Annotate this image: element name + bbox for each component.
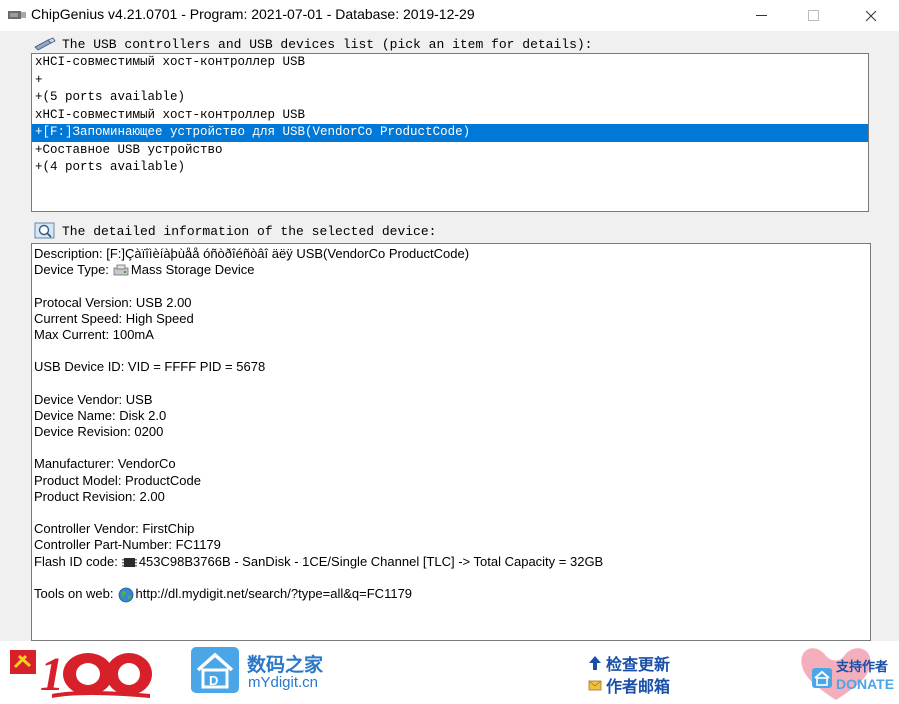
author-mail-label: 作者邮箱 xyxy=(606,679,671,696)
mydigit-site-name[interactable]: mYdigit.cn xyxy=(248,674,318,691)
device-type-line: Device Type: Mass Storage Device xyxy=(34,262,870,278)
flash-id-value: 453C98B3766B - SanDisk - 1CE/Single Chan… xyxy=(138,553,604,569)
flash-id-line: Flash ID code: 453C98B3766B - SanDisk - … xyxy=(34,554,870,570)
device-vendor-line: Device Vendor: USB xyxy=(34,391,153,407)
chip-icon xyxy=(121,557,137,567)
controller-part-line: Controller Part-Number: FC1179 xyxy=(34,537,221,553)
device-list-heading: The USB controllers and USB devices list… xyxy=(34,35,593,53)
check-update-link[interactable]: 检查更新 xyxy=(588,651,670,675)
usb-stick-icon xyxy=(34,37,56,51)
globe-icon xyxy=(118,587,133,602)
device-name-line: Device Name: Disk 2.0 xyxy=(34,407,167,423)
device-list[interactable]: xHCI-совместимый хост-контроллер USB + +… xyxy=(31,53,869,212)
arrow-up-icon xyxy=(589,656,601,670)
donate-button[interactable]: 支持作者 DONATE xyxy=(796,642,899,704)
device-list-item[interactable]: +Составное USB устройство xyxy=(32,142,868,160)
flash-id-label: Flash ID code: xyxy=(34,553,118,569)
device-list-item[interactable]: +(4 ports available) xyxy=(32,159,868,177)
maximize-icon xyxy=(807,10,819,21)
usb-drive-icon xyxy=(8,11,26,19)
mydigit-logo-icon[interactable]: D xyxy=(190,646,240,694)
device-details-panel[interactable]: Description: [F:]Çàïîìèíàþùåå óñòðîéñòâî… xyxy=(31,243,871,641)
title-bar: ChipGenius v4.21.0701 - Program: 2021-07… xyxy=(0,0,899,31)
donate-cn-label: 支持作者 xyxy=(835,659,888,675)
envelope-icon xyxy=(588,680,602,691)
device-list-heading-label: The USB controllers and USB devices list… xyxy=(62,36,593,52)
protocol-version-line: Protocal Version: USB 2.00 xyxy=(34,294,192,310)
tools-on-web-line: Tools on web: http://dl.mydigit.net/sear… xyxy=(34,586,870,602)
product-revision-line: Product Revision: 2.00 xyxy=(34,488,165,504)
svg-text:1: 1 xyxy=(40,648,64,700)
usb-device-id-line: USB Device ID: VID = FFFF PID = 5678 xyxy=(34,359,266,375)
device-revision-line: Device Revision: 0200 xyxy=(34,424,164,440)
check-update-label: 检查更新 xyxy=(606,657,671,674)
device-list-item[interactable]: xHCI-совместимый хост-контроллер USB xyxy=(32,107,868,125)
centenary-logo: 1 xyxy=(10,648,152,700)
max-current-line: Max Current: 100mA xyxy=(34,326,154,342)
close-icon xyxy=(865,10,877,21)
controller-vendor-line: Controller Vendor: FirstChip xyxy=(34,521,195,537)
product-model-line: Product Model: ProductCode xyxy=(34,472,201,488)
device-list-item[interactable]: xHCI-совместимый хост-контроллер USB xyxy=(32,54,868,72)
donate-en-label: DONATE xyxy=(836,676,894,692)
maximize-button[interactable] xyxy=(790,0,836,31)
minimize-icon xyxy=(755,14,767,16)
mydigit-chinese-name[interactable]: 数码之家 xyxy=(247,650,323,677)
tools-url-link[interactable]: http://dl.mydigit.net/search/?type=all&q… xyxy=(136,586,413,601)
description-line: Description: [F:]Çàïîìèíàþùåå óñòðîéñòâî… xyxy=(34,246,470,261)
manufacturer-line: Manufacturer: VendorCo xyxy=(34,456,176,472)
magnifier-icon xyxy=(34,222,55,239)
device-type-label: Device Type: xyxy=(34,262,109,278)
window-title: ChipGenius v4.21.0701 - Program: 2021-07… xyxy=(31,6,475,22)
details-heading: The detailed information of the selected… xyxy=(34,222,436,240)
current-speed-line: Current Speed: High Speed xyxy=(34,310,194,326)
svg-text:D: D xyxy=(209,673,218,688)
tools-label: Tools on web: xyxy=(34,585,114,601)
mass-storage-icon xyxy=(113,264,129,276)
close-button[interactable] xyxy=(848,0,894,31)
details-heading-label: The detailed information of the selected… xyxy=(62,223,437,239)
device-list-item[interactable]: + xyxy=(32,72,868,90)
author-mail-link[interactable]: 作者邮箱 xyxy=(588,673,670,697)
device-list-item[interactable]: +(5 ports available) xyxy=(32,89,868,107)
minimize-button[interactable] xyxy=(738,0,784,31)
device-type-value: Mass Storage Device xyxy=(130,262,255,278)
device-list-item-selected[interactable]: +[F:]Запоминающее устройство для USB(Ven… xyxy=(32,124,868,142)
